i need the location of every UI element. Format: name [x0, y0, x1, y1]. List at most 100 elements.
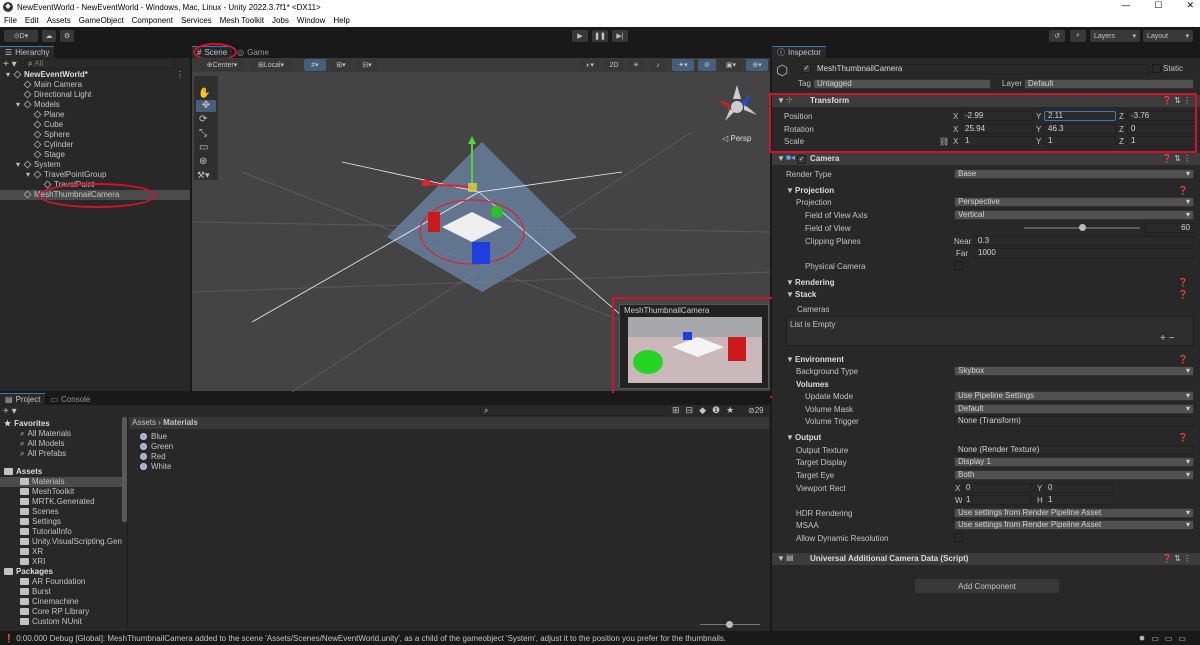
visibility-toggle[interactable]: ⊘	[698, 59, 716, 71]
cloud-icon[interactable]: ☁	[42, 30, 56, 42]
camera-menu-icons[interactable]: ❓ ⇅ ⋮	[1162, 154, 1191, 163]
create-asset-button[interactable]: + ▾	[3, 406, 17, 417]
project-tree-item[interactable]: Settings	[0, 517, 122, 527]
hierarchy-item[interactable]: ▾ TravelPointGroup	[0, 170, 190, 180]
tab-console[interactable]: ▭ Console	[45, 393, 96, 405]
project-tree-item[interactable]: ⌕ All Materials	[0, 429, 122, 439]
project-tree-item[interactable]: MeshToolkit	[0, 487, 122, 497]
project-tree-item[interactable]: TutorialInfo	[0, 527, 122, 537]
project-tree-item[interactable]: Core RP Library	[0, 607, 122, 617]
project-tree-item[interactable]: ★ Favorites	[0, 419, 122, 429]
minimize-button[interactable]: —	[1121, 0, 1130, 11]
increment-snap[interactable]: ⊟▾	[356, 59, 378, 71]
gizmos-toggle[interactable]: ⊕▾	[746, 59, 768, 71]
update-mode-dropdown[interactable]: Use Pipeline Settings ▾	[954, 391, 1194, 401]
hierarchy-item[interactable]: Plane	[0, 110, 190, 120]
active-checkbox[interactable]: ✓	[802, 64, 811, 73]
uacd-menu-icons[interactable]: ❓ ⇅ ⋮	[1162, 554, 1191, 563]
project-tree-item[interactable]: AR Foundation	[0, 577, 122, 587]
camera-enabled-checkbox[interactable]: ✓	[797, 155, 806, 164]
step-button[interactable]: ▶|	[612, 30, 628, 42]
hierarchy-item[interactable]: ▾ System	[0, 160, 190, 170]
menu-file[interactable]: File	[4, 16, 17, 25]
tab-hierarchy[interactable]: ☰ Hierarchy	[0, 46, 55, 58]
tab-project[interactable]: ▤ Project	[0, 393, 46, 405]
effects-toggle[interactable]: ✦▾	[672, 59, 694, 71]
hdr-rendering-dropdown[interactable]: Use settings from Render Pipeline Asset ▾	[954, 508, 1194, 518]
pivot-dropdown[interactable]: ⊕ Center ▾	[200, 59, 244, 71]
pause-button[interactable]: ❚❚	[592, 30, 608, 42]
hidden-packages-count[interactable]: ⊘29	[748, 406, 764, 415]
foldout-arrow-icon[interactable]: ▾	[16, 100, 24, 110]
volume-trigger-field[interactable]: None (Transform)	[954, 416, 1194, 426]
hierarchy-item[interactable]: Main Camera	[0, 80, 190, 90]
help-icon[interactable]: ❓	[1178, 290, 1188, 299]
render-type-dropdown[interactable]: Base ▾	[954, 169, 1194, 179]
collab-icon[interactable]: ⚙	[60, 30, 74, 42]
fov-field[interactable]: 60	[1144, 223, 1194, 233]
hierarchy-search-input[interactable]: ⌕ All	[24, 59, 174, 69]
camera-settings[interactable]: ▣▾	[720, 59, 742, 71]
menu-jobs[interactable]: Jobs	[272, 16, 289, 25]
material-asset[interactable]: Green	[140, 442, 173, 452]
foldout-arrow-icon[interactable]: ▼	[786, 355, 794, 364]
target-eye-dropdown[interactable]: Both ▾	[954, 470, 1194, 480]
camera-header[interactable]: Camera	[772, 153, 1200, 165]
space-dropdown[interactable]: ⊞ Local ▾	[250, 59, 292, 71]
help-icon[interactable]: ❓	[1178, 186, 1188, 195]
menu-assets[interactable]: Assets	[47, 16, 71, 25]
add-object-button[interactable]: + ▾	[3, 59, 17, 70]
menu-gameobject[interactable]: GameObject	[79, 16, 124, 25]
project-tree-item[interactable]: ⌕ All Prefabs	[0, 449, 122, 459]
toggle-2d-button[interactable]: 2D	[604, 59, 624, 71]
project-tree-item[interactable]: Burst	[0, 587, 122, 597]
object-name-field[interactable]: MeshThumbnailCamera	[813, 64, 1149, 74]
account-dropdown[interactable]: ⊙ D ▾	[4, 30, 38, 42]
grid-toggle[interactable]: #▾	[304, 59, 326, 71]
foldout-arrow-icon[interactable]: ▼	[786, 290, 794, 299]
help-icon[interactable]: ❓	[1178, 433, 1188, 442]
hierarchy-item[interactable]: ▾ NewEventWorld* ⋮	[0, 70, 190, 80]
uacd-header[interactable]: Universal Additional Camera Data (Script…	[772, 553, 1200, 565]
breadcrumb-materials[interactable]: Materials	[163, 418, 198, 427]
msaa-dropdown[interactable]: Use settings from Render Pipeline Asset ▾	[954, 520, 1194, 530]
project-tree-item[interactable]: Materials	[0, 477, 122, 487]
foldout-arrow-icon[interactable]: ▼	[786, 433, 794, 442]
audio-toggle[interactable]: ♪	[650, 59, 666, 71]
volume-mask-dropdown[interactable]: Default ▾	[954, 404, 1194, 414]
project-tree-item[interactable]: MRTK.Generated	[0, 497, 122, 507]
output-texture-field[interactable]: None (Render Texture)	[954, 445, 1194, 455]
foldout-arrow-icon[interactable]: ▼	[786, 278, 794, 287]
fov-slider-handle[interactable]	[1079, 224, 1086, 231]
orientation-gizmo[interactable]	[717, 85, 757, 121]
material-asset[interactable]: Red	[140, 452, 166, 462]
project-tree-item[interactable]: XR	[0, 547, 122, 557]
snap-toggle[interactable]: ⊞▾	[330, 59, 352, 71]
project-tree-item[interactable]: ⌕ All Models	[0, 439, 122, 449]
project-tree-item[interactable]: Packages	[0, 567, 122, 577]
breadcrumb-assets[interactable]: Assets	[132, 418, 156, 427]
project-search-input[interactable]: ⌕	[480, 406, 666, 416]
foldout-arrow-icon[interactable]: ▼	[786, 186, 794, 195]
play-button[interactable]: ▶	[572, 30, 588, 42]
tab-game[interactable]: ◎ Game	[232, 46, 274, 58]
physical-camera-checkbox[interactable]	[954, 261, 963, 270]
tab-inspector[interactable]: ⓘ Inspector	[772, 46, 826, 58]
foldout-uacd-icon[interactable]: ▼	[777, 554, 785, 563]
status-right-icons[interactable]: ✸▭▭▭	[1139, 632, 1192, 645]
hierarchy-item[interactable]: Cylinder	[0, 140, 190, 150]
menu-mesh-toolkit[interactable]: Mesh Toolkit	[220, 16, 264, 25]
viewport-x-field[interactable]: 0	[962, 483, 1032, 493]
dynamic-resolution-checkbox[interactable]	[954, 533, 963, 542]
project-tree-item[interactable]: XRI	[0, 557, 122, 567]
add-component-button[interactable]: Add Component	[915, 579, 1059, 593]
target-display-dropdown[interactable]: Display 1 ▾	[954, 457, 1194, 467]
project-tree-item[interactable]: Custom NUnit	[0, 617, 122, 627]
layer-dropdown[interactable]: Default	[1024, 79, 1194, 89]
hierarchy-item[interactable]: Cube	[0, 120, 190, 130]
lighting-toggle[interactable]: ☀	[628, 59, 644, 71]
help-icon[interactable]: ❓	[1178, 355, 1188, 364]
maximize-button[interactable]: ☐	[1154, 0, 1162, 11]
hierarchy-item[interactable]: Directional Light	[0, 90, 190, 100]
hierarchy-item[interactable]: Sphere	[0, 130, 190, 140]
